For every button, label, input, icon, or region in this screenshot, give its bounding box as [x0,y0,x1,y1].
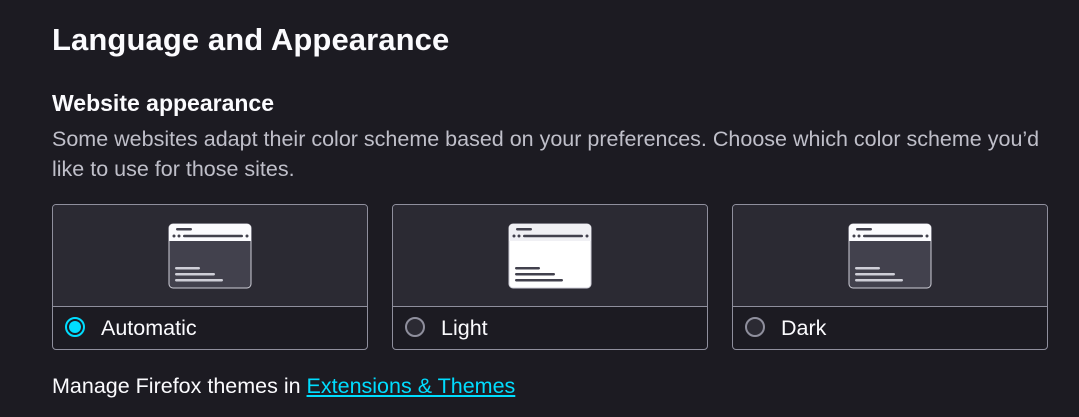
light-preview [393,205,707,307]
settings-page: Language and Appearance Website appearan… [0,0,1079,417]
automatic-option[interactable]: Automatic [53,307,367,349]
automatic-scheme-card[interactable]: Automatic [52,204,368,350]
automatic-label: Automatic [101,316,197,340]
browser-window-dark-icon [848,223,932,289]
manage-themes-text: Manage Firefox themes in Extensions & Th… [52,372,515,400]
dark-option[interactable]: Dark [733,307,1047,349]
manage-themes-prefix: Manage Firefox themes in [52,374,307,398]
light-scheme-card[interactable]: Light [392,204,708,350]
dark-label: Dark [781,316,827,340]
extensions-themes-link[interactable]: Extensions & Themes [307,374,516,398]
light-label: Light [441,316,488,340]
website-appearance-heading: Website appearance [52,90,275,116]
automatic-preview [53,205,367,307]
light-radio[interactable] [405,317,425,337]
browser-window-light-icon [508,223,592,289]
website-appearance-description: Some websites adapt their color scheme b… [52,127,1040,181]
dark-radio[interactable] [745,317,765,337]
automatic-radio[interactable] [65,317,85,337]
light-option[interactable]: Light [393,307,707,349]
browser-window-automatic-icon [168,223,252,289]
dark-preview [733,205,1047,307]
page-title: Language and Appearance [52,22,450,57]
dark-scheme-card[interactable]: Dark [732,204,1048,350]
color-scheme-options: Automatic Light Dark [52,204,1048,350]
